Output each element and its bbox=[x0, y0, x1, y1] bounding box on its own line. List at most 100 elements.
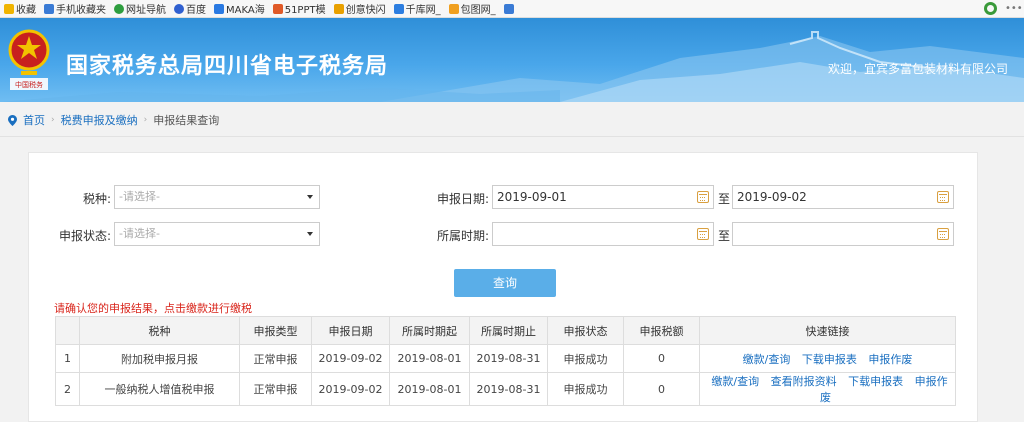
bookmark-chuangyi[interactable]: 创意快闪 bbox=[333, 1, 386, 16]
more-icon[interactable]: ••• bbox=[1005, 2, 1023, 15]
tax-type-placeholder: -请选择- bbox=[119, 190, 160, 203]
welcome-text: 欢迎，宜宾多富包装材料有限公司 bbox=[827, 62, 1008, 76]
tax-type-select[interactable]: -请选择- bbox=[114, 185, 320, 209]
col-header-type: 申报类型 bbox=[239, 316, 312, 345]
period-label: 所属时期: bbox=[436, 229, 489, 243]
site-title: 国家税务总局四川省电子税务局 bbox=[66, 54, 389, 79]
row-number: 2 bbox=[55, 372, 80, 406]
site-banner: 中国税务 国家税务总局四川省电子税务局 欢迎，宜宾多富包装材料有限公司 bbox=[0, 18, 1024, 102]
chevron-right-icon: › bbox=[143, 115, 148, 125]
tax-emblem-icon: 中国税务 bbox=[8, 29, 50, 90]
bookmark-favorites[interactable]: 收藏 bbox=[4, 1, 36, 16]
ppt-icon bbox=[272, 3, 283, 14]
calendar-icon[interactable] bbox=[697, 191, 709, 203]
row-amount: 0 bbox=[623, 372, 700, 406]
chevron-right-icon: › bbox=[51, 115, 55, 125]
status-placeholder: -请选择- bbox=[119, 227, 160, 240]
bookmark-label: 手机收藏夹 bbox=[56, 5, 106, 16]
row-quick-links: 缴款/查询 下载申报表 申报作废 bbox=[699, 344, 956, 373]
row-date: 2019-09-02 bbox=[311, 372, 390, 406]
refresh-circle-icon[interactable] bbox=[984, 2, 997, 15]
bookmark-maka[interactable]: MAKA海 bbox=[214, 1, 265, 16]
spark-icon bbox=[333, 3, 344, 14]
period-from-input[interactable] bbox=[492, 222, 714, 246]
star-icon bbox=[4, 3, 14, 14]
calendar-icon[interactable] bbox=[697, 228, 709, 240]
bookmark-baidu[interactable]: 百度 bbox=[174, 1, 206, 16]
breadcrumb-home[interactable]: 首页 bbox=[23, 112, 45, 128]
row-to: 2019-08-31 bbox=[469, 372, 548, 406]
notice-text: 请确认您的申报结果，点击缴款进行缴税 bbox=[54, 302, 252, 315]
status-select[interactable]: -请选择- bbox=[114, 222, 320, 246]
status-label: 申报状态: bbox=[58, 229, 111, 243]
breadcrumb-current: 申报结果查询 bbox=[153, 114, 220, 127]
query-button[interactable]: 查询 bbox=[454, 269, 556, 297]
row-to: 2019-08-31 bbox=[469, 344, 548, 373]
col-header-links: 快速链接 bbox=[699, 316, 956, 345]
phone-icon bbox=[44, 3, 54, 14]
row-type: 正常申报 bbox=[239, 344, 312, 373]
bookmark-app[interactable] bbox=[503, 3, 514, 14]
calendar-icon[interactable] bbox=[937, 228, 949, 240]
table-row: 1 附加税申报月报 正常申报 2019-09-02 2019-08-01 201… bbox=[55, 344, 956, 373]
col-header-date: 申报日期 bbox=[311, 316, 390, 345]
row-tax: 一般纳税人增值税申报 bbox=[79, 372, 240, 406]
view-attachments-link[interactable]: 查看附报资料 bbox=[771, 375, 837, 388]
download-report-link[interactable]: 下载申报表 bbox=[848, 375, 903, 388]
dropdown-arrow-icon bbox=[307, 232, 313, 236]
period-to-input[interactable] bbox=[732, 222, 954, 246]
location-pin-icon bbox=[8, 114, 17, 126]
tax-type-label: 税种: bbox=[82, 192, 111, 206]
bookmark-mobile[interactable]: 手机收藏夹 bbox=[44, 1, 106, 16]
bookmark-label: 百度 bbox=[186, 5, 206, 16]
row-number: 1 bbox=[55, 344, 80, 373]
void-declaration-link[interactable]: 申报作废 bbox=[868, 353, 912, 366]
row-from: 2019-08-01 bbox=[389, 372, 470, 406]
table-row: 2 一般纳税人增值税申报 正常申报 2019-09-02 2019-08-01 … bbox=[55, 372, 956, 406]
bookmark-qianku[interactable]: 千库网_ bbox=[393, 1, 441, 16]
app-icon bbox=[503, 3, 514, 14]
row-date: 2019-09-02 bbox=[311, 344, 390, 373]
pay-query-link[interactable]: 缴款/查询 bbox=[743, 353, 791, 366]
bookmark-label: 收藏 bbox=[16, 5, 36, 16]
breadcrumb: 首页 › 税费申报及缴纳 › 申报结果查询 bbox=[8, 112, 219, 128]
row-amount: 0 bbox=[623, 344, 700, 373]
declare-date-from-input[interactable]: 2019-09-01 bbox=[492, 185, 714, 209]
breadcrumb-section[interactable]: 税费申报及缴纳 bbox=[61, 112, 138, 128]
declare-date-label: 申报日期: bbox=[436, 192, 489, 206]
col-header-no bbox=[55, 316, 80, 345]
to-label: 至 bbox=[718, 229, 731, 243]
calendar-icon[interactable] bbox=[937, 191, 949, 203]
bookmark-label: 51PPT模 bbox=[284, 5, 326, 16]
col-header-status: 申报状态 bbox=[547, 316, 624, 345]
query-panel: 税种: -请选择- 申报状态: -请选择- 申报日期: 2019-09-01 至… bbox=[28, 152, 978, 422]
col-header-amount: 申报税额 bbox=[623, 316, 700, 345]
bookmark-label: MAKA海 bbox=[226, 5, 265, 16]
bookmarks-bar: 收藏 手机收藏夹 网址导航 百度 MAKA海 51PPT模 创意快闪 千库网_ … bbox=[0, 0, 1024, 18]
row-tax: 附加税申报月报 bbox=[79, 344, 240, 373]
divider bbox=[0, 136, 1024, 137]
row-quick-links: 缴款/查询 查看附报资料 下载申报表 申报作废 bbox=[699, 372, 956, 406]
download-report-link[interactable]: 下载申报表 bbox=[802, 353, 857, 366]
bag-icon bbox=[448, 3, 459, 14]
compass-icon bbox=[114, 3, 124, 14]
declare-date-from-value: 2019-09-01 bbox=[497, 190, 567, 204]
bookmark-51ppt[interactable]: 51PPT模 bbox=[272, 1, 326, 16]
table-header-row: 税种 申报类型 申报日期 所属时期起 所属时期止 申报状态 申报税额 快速链接 bbox=[55, 316, 956, 345]
to-label: 至 bbox=[718, 192, 731, 206]
declare-date-to-input[interactable]: 2019-09-02 bbox=[732, 185, 954, 209]
results-table: 税种 申报类型 申报日期 所属时期起 所属时期止 申报状态 申报税额 快速链接 … bbox=[55, 316, 956, 406]
row-from: 2019-08-01 bbox=[389, 344, 470, 373]
paw-icon bbox=[174, 3, 184, 14]
bookmark-label: 网址导航 bbox=[126, 5, 166, 16]
declare-date-to-value: 2019-09-02 bbox=[737, 190, 807, 204]
row-status: 申报成功 bbox=[547, 372, 624, 406]
row-type: 正常申报 bbox=[239, 372, 312, 406]
bookmark-label: 创意快闪 bbox=[345, 5, 386, 16]
bookmark-label: 包图网_ bbox=[460, 5, 496, 16]
k-icon bbox=[393, 3, 404, 14]
bookmark-baotu[interactable]: 包图网_ bbox=[448, 1, 496, 16]
col-header-from: 所属时期起 bbox=[389, 316, 470, 345]
pay-query-link[interactable]: 缴款/查询 bbox=[711, 375, 759, 388]
bookmark-nav[interactable]: 网址导航 bbox=[114, 1, 166, 16]
